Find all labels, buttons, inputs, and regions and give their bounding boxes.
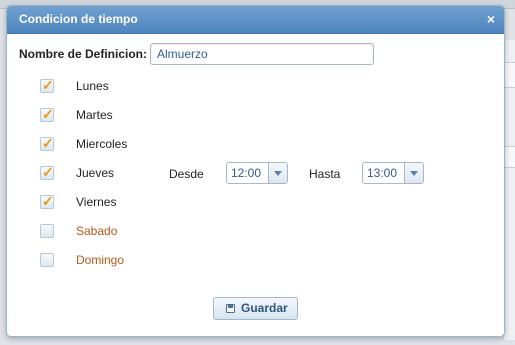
day-label-jueves: Jueves	[76, 166, 115, 180]
save-icon	[226, 304, 235, 313]
day-label-sabado: Sabado	[76, 224, 118, 238]
day-label-lunes: Lunes	[76, 79, 109, 93]
checkmark-icon: ✓	[42, 77, 54, 93]
day-label-viernes: Viernes	[76, 195, 117, 209]
day-label-martes: Martes	[76, 108, 113, 122]
day-row-domingo[interactable]: Domingo	[7, 253, 207, 273]
time-condition-dialog: Condicion de tiempo × Nombre de Definici…	[6, 5, 505, 337]
checkmark-icon: ✓	[42, 164, 54, 180]
to-label: Hasta	[309, 167, 341, 181]
save-button[interactable]: Guardar	[213, 297, 298, 320]
day-row-miercoles[interactable]: ✓ Miercoles	[7, 135, 207, 157]
dialog-title: Condicion de tiempo	[19, 12, 138, 26]
day-row-lunes[interactable]: ✓ Lunes	[7, 77, 207, 99]
from-time-value: 12:00	[231, 166, 262, 180]
from-label: Desde	[169, 167, 204, 181]
to-time-value: 13:00	[367, 166, 398, 180]
day-label-domingo: Domingo	[76, 253, 125, 267]
dialog-titlebar[interactable]: Condicion de tiempo ×	[7, 6, 504, 34]
chevron-down-icon[interactable]	[404, 163, 423, 183]
checkbox-martes[interactable]: ✓	[40, 106, 54, 122]
save-button-label: Guardar	[241, 301, 288, 315]
checkmark-icon: ✓	[42, 193, 54, 209]
name-label: Nombre de Definicion:	[19, 47, 148, 61]
checkmark-icon: ✓	[42, 135, 54, 151]
day-label-miercoles: Miercoles	[76, 137, 128, 151]
from-time-select[interactable]: 12:00	[226, 162, 288, 184]
checkmark-icon: ✓	[42, 106, 54, 122]
close-icon[interactable]: ×	[484, 6, 498, 32]
day-row-viernes[interactable]: ✓ Viernes	[7, 193, 207, 215]
day-row-sabado[interactable]: Sabado	[7, 224, 207, 244]
checkbox-sabado[interactable]	[40, 224, 54, 238]
chevron-down-icon[interactable]	[268, 163, 287, 183]
checkbox-domingo[interactable]	[40, 253, 54, 267]
checkbox-viernes[interactable]: ✓	[40, 193, 54, 209]
checkbox-jueves[interactable]: ✓	[40, 164, 54, 180]
to-time-select[interactable]: 13:00	[362, 162, 424, 184]
day-row-martes[interactable]: ✓ Martes	[7, 106, 207, 128]
checkbox-lunes[interactable]: ✓	[40, 77, 54, 93]
definition-name-input[interactable]	[150, 43, 374, 65]
checkbox-miercoles[interactable]: ✓	[40, 135, 54, 151]
